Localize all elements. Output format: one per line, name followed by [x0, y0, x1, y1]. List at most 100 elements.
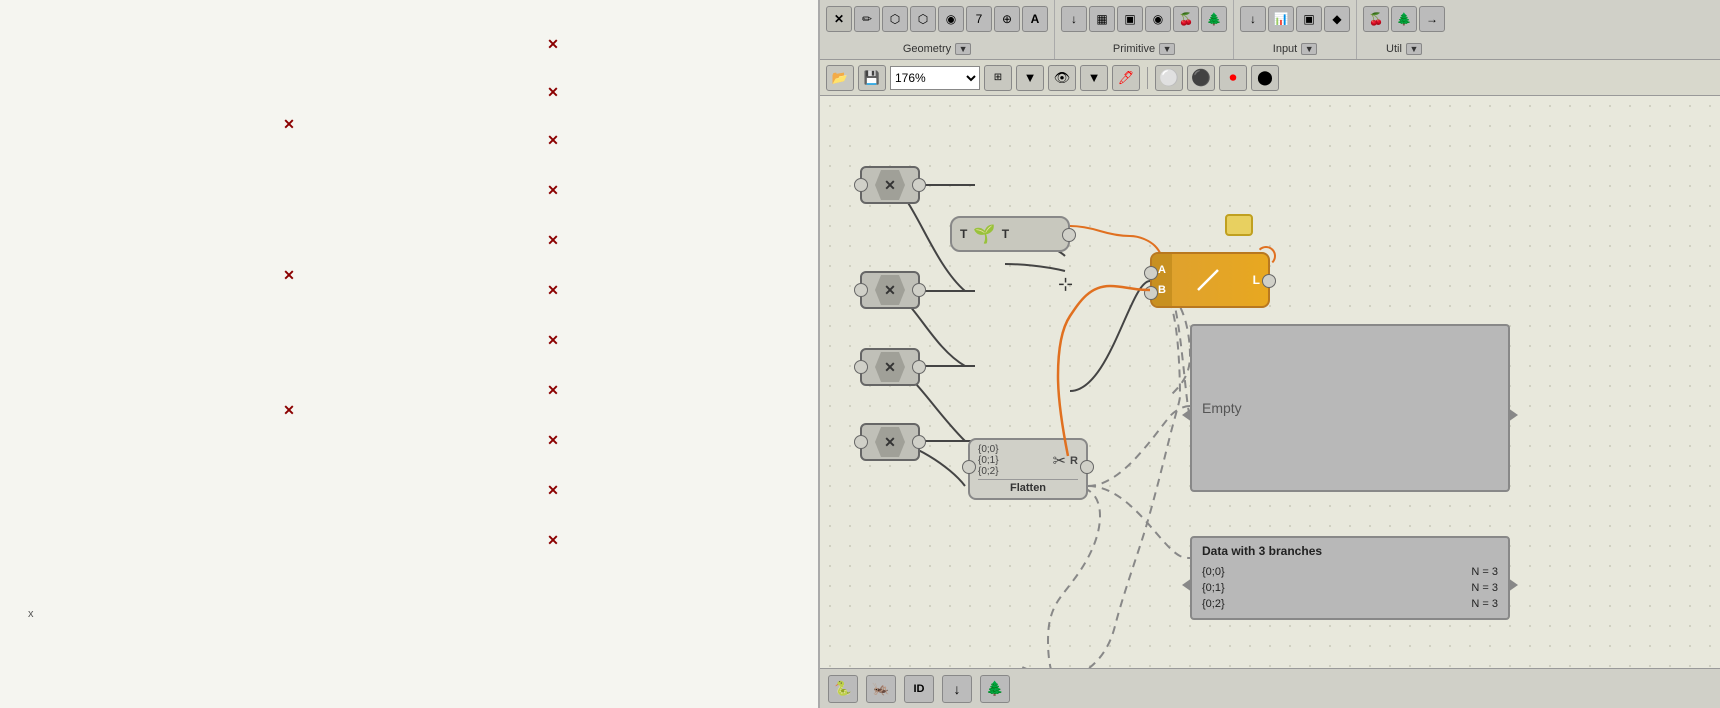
statusbar-id[interactable]: ID: [904, 675, 934, 703]
input-icons: ↓ 📊 ▣ ◆: [1240, 2, 1350, 34]
data-row2-key: {0;1}: [1202, 582, 1225, 594]
tb-icon-tree[interactable]: 🌲: [1201, 6, 1227, 32]
tb-icon-ring[interactable]: ◉: [938, 6, 964, 32]
tb2-fit[interactable]: ⊞: [984, 65, 1012, 91]
tb2-sphere1[interactable]: ⚪: [1155, 65, 1183, 91]
tb-icon-grid[interactable]: ▦: [1089, 6, 1115, 32]
tb2-eye[interactable]: 👁: [1048, 65, 1076, 91]
cross-marker: ✕: [547, 134, 559, 146]
gh-panel: ✕ ✏ ⬡ ⬡ ◉ 7 ⊕ A Geometry ▼ ↓ ▦ ▣ ◉ 🍒: [820, 0, 1720, 708]
zoom-select[interactable]: 176% 100% 50%: [890, 66, 980, 90]
cross-marker: ✕: [547, 284, 559, 296]
line-node[interactable]: A B L: [1150, 252, 1270, 308]
cross-marker: ✕: [547, 534, 559, 546]
flatten-port-right[interactable]: [1080, 460, 1094, 474]
util-expand[interactable]: ▼: [1406, 43, 1422, 55]
tb-icon-hex1[interactable]: ⬡: [882, 6, 908, 32]
tb-icon-util2[interactable]: 🌲: [1391, 6, 1417, 32]
flatten-port-left[interactable]: [962, 460, 976, 474]
tb-icon-pen[interactable]: ✏: [854, 6, 880, 32]
util-text: Util: [1386, 43, 1402, 55]
geometry-label: Geometry ▼: [903, 43, 971, 57]
flatten-r-label: R: [1070, 455, 1078, 467]
empty-panel[interactable]: Empty: [1190, 324, 1510, 492]
tb-icon-a[interactable]: A: [1022, 6, 1048, 32]
tb2-red[interactable]: 🖊: [1112, 65, 1140, 91]
tb-icon-util1[interactable]: 🍒: [1363, 6, 1389, 32]
line-port-a[interactable]: [1144, 266, 1158, 280]
geometry-expand[interactable]: ▼: [955, 43, 971, 55]
tb-icon-hex2[interactable]: ⬡: [910, 6, 936, 32]
data-row2-val: N = 3: [1471, 582, 1498, 594]
statusbar-tree[interactable]: 🌲: [980, 675, 1010, 703]
hex-node-2[interactable]: ✕: [860, 271, 920, 309]
hex-node-3[interactable]: ✕: [860, 348, 920, 386]
tb2-save[interactable]: 💾: [858, 65, 886, 91]
line-port-b[interactable]: [1144, 286, 1158, 300]
plant-node[interactable]: T 🌱 T: [950, 216, 1070, 252]
cross-marker: ✕: [283, 118, 295, 130]
flatten-branch2: {0;1}: [978, 455, 999, 466]
yellow-rect[interactable]: [1225, 214, 1253, 236]
cross-marker: ✕: [547, 234, 559, 246]
line-icon: [1193, 265, 1223, 295]
statusbar-download[interactable]: ↓: [942, 675, 972, 703]
empty-panel-text: Empty: [1202, 400, 1242, 416]
tb-icon-7[interactable]: 7: [966, 6, 992, 32]
plant-port-out[interactable]: [1062, 228, 1076, 242]
hex4-port-left[interactable]: [854, 435, 868, 449]
toolbar: ✕ ✏ ⬡ ⬡ ◉ 7 ⊕ A Geometry ▼ ↓ ▦ ▣ ◉ 🍒: [820, 0, 1720, 60]
hex3-port-right[interactable]: [912, 360, 926, 374]
tb-icon-input3[interactable]: ▣: [1296, 6, 1322, 32]
tb-icon-down[interactable]: ↓: [1061, 6, 1087, 32]
tb2-view[interactable]: ▼: [1016, 65, 1044, 91]
hex-node-4[interactable]: ✕: [860, 423, 920, 461]
tb-icon-input2[interactable]: 📊: [1268, 6, 1294, 32]
tb-icon-x[interactable]: ✕: [826, 6, 852, 32]
tb-icon-cross[interactable]: ⊕: [994, 6, 1020, 32]
line-l-label: L: [1253, 273, 1260, 287]
line-b-label: B: [1158, 284, 1166, 296]
primitive-expand[interactable]: ▼: [1159, 43, 1175, 55]
empty-panel-port-right[interactable]: [1508, 408, 1518, 422]
tb2-open[interactable]: 📂: [826, 65, 854, 91]
tb-icon-input4[interactable]: ◆: [1324, 6, 1350, 32]
flatten-label: Flatten: [978, 479, 1078, 494]
data-row1-val: N = 3: [1471, 566, 1498, 578]
tb-icon-util3[interactable]: →: [1419, 6, 1445, 32]
util-label: Util ▼: [1386, 43, 1422, 57]
tb-icon-circle[interactable]: ◉: [1145, 6, 1171, 32]
tb-icon-input1[interactable]: ↓: [1240, 6, 1266, 32]
hex-node-1[interactable]: ✕: [860, 166, 920, 204]
hex4-port-right[interactable]: [912, 435, 926, 449]
empty-panel-port-left[interactable]: [1182, 408, 1192, 422]
tb-icon-cherry[interactable]: 🍒: [1173, 6, 1199, 32]
statusbar: 🐍 🦗 ID ↓ 🌲: [820, 668, 1720, 708]
flatten-node[interactable]: {0;0} {0;1} {0;2} ✂ R Flatten: [968, 438, 1088, 500]
line-port-l[interactable]: [1262, 274, 1276, 288]
data-panel-port-right[interactable]: [1508, 578, 1518, 592]
tb2-eye2[interactable]: ▼: [1080, 65, 1108, 91]
statusbar-python[interactable]: 🐍: [828, 675, 858, 703]
hex1-port-left[interactable]: [854, 178, 868, 192]
data-panel-port-left[interactable]: [1182, 578, 1192, 592]
tb2-sphere2[interactable]: ⚫: [1187, 65, 1215, 91]
cross-marker: ✕: [547, 86, 559, 98]
tb-icon-square[interactable]: ▣: [1117, 6, 1143, 32]
primitive-text: Primitive: [1113, 43, 1155, 55]
hex2-port-right[interactable]: [912, 283, 926, 297]
tb2-red-sphere[interactable]: ⏺: [1219, 65, 1247, 91]
plant-t2: T: [1002, 227, 1009, 241]
hex2-port-left[interactable]: [854, 283, 868, 297]
hex3-port-left[interactable]: [854, 360, 868, 374]
tb2-last[interactable]: ⬤: [1251, 65, 1279, 91]
gh-canvas[interactable]: T 🌱 T ✕ ✕ ✕: [820, 96, 1720, 668]
input-expand[interactable]: ▼: [1301, 43, 1317, 55]
viewport[interactable]: ✕ ✕ ✕ ✕ ✕ ✕ ✕ ✕ ✕ ✕ ✕ ✕ ✕ ✕ x: [0, 0, 820, 708]
move-cursor-icon: ⊹: [1058, 274, 1073, 295]
statusbar-grasshopper[interactable]: 🦗: [866, 675, 896, 703]
hex1-port-right[interactable]: [912, 178, 926, 192]
cross-marker: ✕: [547, 38, 559, 50]
geometry-icons: ✕ ✏ ⬡ ⬡ ◉ 7 ⊕ A: [826, 2, 1048, 34]
data-panel[interactable]: Data with 3 branches {0;0} N = 3 {0;1} N…: [1190, 536, 1510, 620]
